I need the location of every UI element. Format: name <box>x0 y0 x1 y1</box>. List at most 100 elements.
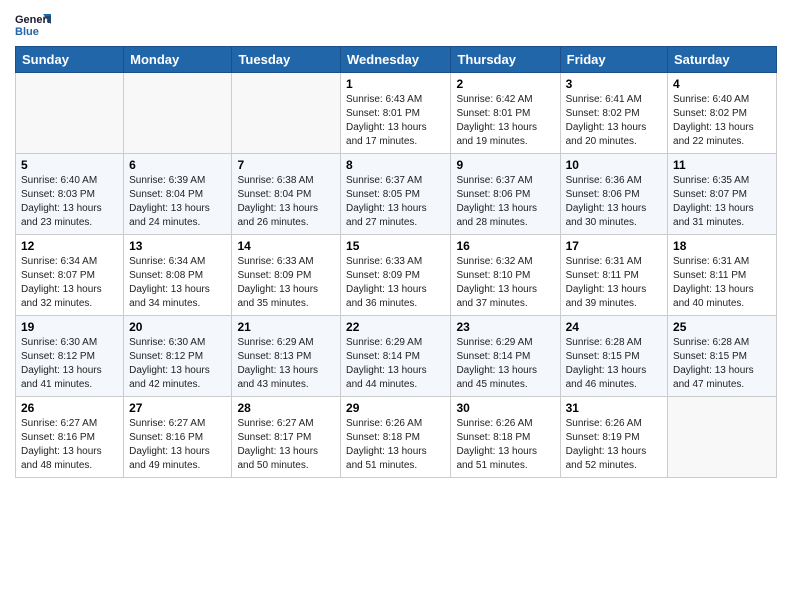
day-number: 15 <box>346 239 445 253</box>
day-number: 24 <box>566 320 662 334</box>
calendar-cell: 4 Sunrise: 6:40 AM Sunset: 8:02 PM Daylig… <box>668 73 777 154</box>
day-number: 6 <box>129 158 226 172</box>
calendar-cell <box>232 73 341 154</box>
day-number: 11 <box>673 158 771 172</box>
day-info: Sunrise: 6:31 AM Sunset: 8:11 PM Dayligh… <box>566 255 662 311</box>
day-info: Sunrise: 6:27 AM Sunset: 8:16 PM Dayligh… <box>129 417 226 473</box>
day-number: 26 <box>21 401 118 415</box>
day-info: Sunrise: 6:37 AM Sunset: 8:06 PM Dayligh… <box>456 174 554 230</box>
logo-icon: General Blue <box>15 10 51 38</box>
day-number: 25 <box>673 320 771 334</box>
weekday-monday: Monday <box>124 47 232 73</box>
calendar-cell: 16Sunrise: 6:32 AM Sunset: 8:10 PM Dayli… <box>451 235 560 316</box>
calendar-cell: 7 Sunrise: 6:38 AM Sunset: 8:04 PM Daylig… <box>232 154 341 235</box>
day-info: Sunrise: 6:26 AM Sunset: 8:18 PM Dayligh… <box>346 417 445 473</box>
weekday-friday: Friday <box>560 47 667 73</box>
svg-text:Blue: Blue <box>15 26 39 38</box>
page: General Blue SundayMondayTuesdayWednesda… <box>0 0 792 493</box>
day-info: Sunrise: 6:43 AM Sunset: 8:01 PM Dayligh… <box>346 93 445 149</box>
day-number: 31 <box>566 401 662 415</box>
day-info: Sunrise: 6:38 AM Sunset: 8:04 PM Dayligh… <box>237 174 335 230</box>
day-info: Sunrise: 6:27 AM Sunset: 8:17 PM Dayligh… <box>237 417 335 473</box>
day-info: Sunrise: 6:30 AM Sunset: 8:12 PM Dayligh… <box>21 336 118 392</box>
day-info: Sunrise: 6:26 AM Sunset: 8:18 PM Dayligh… <box>456 417 554 473</box>
day-number: 17 <box>566 239 662 253</box>
weekday-thursday: Thursday <box>451 47 560 73</box>
day-number: 21 <box>237 320 335 334</box>
calendar-cell: 31 Sunrise: 6:26 AM Sunset: 8:19 PM Dayli… <box>560 397 667 478</box>
calendar-cell: 13Sunrise: 6:34 AM Sunset: 8:08 PM Dayli… <box>124 235 232 316</box>
calendar-cell: 11Sunrise: 6:35 AM Sunset: 8:07 PM Dayli… <box>668 154 777 235</box>
day-number: 8 <box>346 158 445 172</box>
day-info: Sunrise: 6:33 AM Sunset: 8:09 PM Dayligh… <box>237 255 335 311</box>
calendar-cell: 29 Sunrise: 6:26 AM Sunset: 8:18 PM Dayli… <box>341 397 451 478</box>
calendar-cell: 3 Sunrise: 6:41 AM Sunset: 8:02 PM Daylig… <box>560 73 667 154</box>
day-info: Sunrise: 6:40 AM Sunset: 8:02 PM Dayligh… <box>673 93 771 149</box>
day-number: 20 <box>129 320 226 334</box>
day-info: Sunrise: 6:30 AM Sunset: 8:12 PM Dayligh… <box>129 336 226 392</box>
calendar-cell: 22Sunrise: 6:29 AM Sunset: 8:14 PM Dayli… <box>341 316 451 397</box>
calendar-week-2: 5 Sunrise: 6:40 AM Sunset: 8:03 PM Daylig… <box>16 154 777 235</box>
day-info: Sunrise: 6:34 AM Sunset: 8:07 PM Dayligh… <box>21 255 118 311</box>
calendar-cell: 14 Sunrise: 6:33 AM Sunset: 8:09 PM Dayli… <box>232 235 341 316</box>
day-number: 4 <box>673 77 771 91</box>
calendar-cell: 18 Sunrise: 6:31 AM Sunset: 8:11 PM Dayli… <box>668 235 777 316</box>
calendar-cell: 6 Sunrise: 6:39 AM Sunset: 8:04 PM Daylig… <box>124 154 232 235</box>
header: General Blue <box>15 10 777 38</box>
calendar-cell: 1 Sunrise: 6:43 AM Sunset: 8:01 PM Daylig… <box>341 73 451 154</box>
day-info: Sunrise: 6:29 AM Sunset: 8:14 PM Dayligh… <box>456 336 554 392</box>
day-number: 14 <box>237 239 335 253</box>
calendar-cell: 24 Sunrise: 6:28 AM Sunset: 8:15 PM Dayli… <box>560 316 667 397</box>
day-info: Sunrise: 6:31 AM Sunset: 8:11 PM Dayligh… <box>673 255 771 311</box>
day-info: Sunrise: 6:41 AM Sunset: 8:02 PM Dayligh… <box>566 93 662 149</box>
calendar-cell: 26 Sunrise: 6:27 AM Sunset: 8:16 PM Dayli… <box>16 397 124 478</box>
day-info: Sunrise: 6:29 AM Sunset: 8:13 PM Dayligh… <box>237 336 335 392</box>
calendar-cell: 21 Sunrise: 6:29 AM Sunset: 8:13 PM Dayli… <box>232 316 341 397</box>
calendar-cell: 10Sunrise: 6:36 AM Sunset: 8:06 PM Dayli… <box>560 154 667 235</box>
day-info: Sunrise: 6:33 AM Sunset: 8:09 PM Dayligh… <box>346 255 445 311</box>
calendar-week-5: 26 Sunrise: 6:27 AM Sunset: 8:16 PM Dayli… <box>16 397 777 478</box>
day-number: 30 <box>456 401 554 415</box>
day-info: Sunrise: 6:26 AM Sunset: 8:19 PM Dayligh… <box>566 417 662 473</box>
calendar-cell: 23 Sunrise: 6:29 AM Sunset: 8:14 PM Dayli… <box>451 316 560 397</box>
day-info: Sunrise: 6:28 AM Sunset: 8:15 PM Dayligh… <box>566 336 662 392</box>
calendar-table: SundayMondayTuesdayWednesdayThursdayFrid… <box>15 46 777 478</box>
calendar-cell: 8 Sunrise: 6:37 AM Sunset: 8:05 PM Daylig… <box>341 154 451 235</box>
day-info: Sunrise: 6:42 AM Sunset: 8:01 PM Dayligh… <box>456 93 554 149</box>
day-number: 9 <box>456 158 554 172</box>
day-info: Sunrise: 6:37 AM Sunset: 8:05 PM Dayligh… <box>346 174 445 230</box>
day-info: Sunrise: 6:27 AM Sunset: 8:16 PM Dayligh… <box>21 417 118 473</box>
day-info: Sunrise: 6:34 AM Sunset: 8:08 PM Dayligh… <box>129 255 226 311</box>
day-number: 3 <box>566 77 662 91</box>
day-number: 19 <box>21 320 118 334</box>
calendar-cell: 30 Sunrise: 6:26 AM Sunset: 8:18 PM Dayli… <box>451 397 560 478</box>
weekday-header-row: SundayMondayTuesdayWednesdayThursdayFrid… <box>16 47 777 73</box>
weekday-sunday: Sunday <box>16 47 124 73</box>
day-info: Sunrise: 6:40 AM Sunset: 8:03 PM Dayligh… <box>21 174 118 230</box>
weekday-tuesday: Tuesday <box>232 47 341 73</box>
day-number: 16 <box>456 239 554 253</box>
calendar-cell: 20 Sunrise: 6:30 AM Sunset: 8:12 PM Dayli… <box>124 316 232 397</box>
day-number: 7 <box>237 158 335 172</box>
calendar-cell: 15 Sunrise: 6:33 AM Sunset: 8:09 PM Dayli… <box>341 235 451 316</box>
calendar-week-3: 12Sunrise: 6:34 AM Sunset: 8:07 PM Dayli… <box>16 235 777 316</box>
day-info: Sunrise: 6:28 AM Sunset: 8:15 PM Dayligh… <box>673 336 771 392</box>
day-number: 5 <box>21 158 118 172</box>
calendar-week-4: 19 Sunrise: 6:30 AM Sunset: 8:12 PM Dayli… <box>16 316 777 397</box>
day-number: 2 <box>456 77 554 91</box>
day-number: 18 <box>673 239 771 253</box>
day-number: 28 <box>237 401 335 415</box>
calendar-cell: 12Sunrise: 6:34 AM Sunset: 8:07 PM Dayli… <box>16 235 124 316</box>
calendar-cell: 5 Sunrise: 6:40 AM Sunset: 8:03 PM Daylig… <box>16 154 124 235</box>
weekday-wednesday: Wednesday <box>341 47 451 73</box>
day-number: 1 <box>346 77 445 91</box>
calendar-cell: 17 Sunrise: 6:31 AM Sunset: 8:11 PM Dayli… <box>560 235 667 316</box>
day-number: 23 <box>456 320 554 334</box>
calendar-cell: 27 Sunrise: 6:27 AM Sunset: 8:16 PM Dayli… <box>124 397 232 478</box>
day-number: 27 <box>129 401 226 415</box>
calendar-cell: 2 Sunrise: 6:42 AM Sunset: 8:01 PM Daylig… <box>451 73 560 154</box>
day-info: Sunrise: 6:39 AM Sunset: 8:04 PM Dayligh… <box>129 174 226 230</box>
day-number: 29 <box>346 401 445 415</box>
day-info: Sunrise: 6:36 AM Sunset: 8:06 PM Dayligh… <box>566 174 662 230</box>
calendar-cell: 25 Sunrise: 6:28 AM Sunset: 8:15 PM Dayli… <box>668 316 777 397</box>
